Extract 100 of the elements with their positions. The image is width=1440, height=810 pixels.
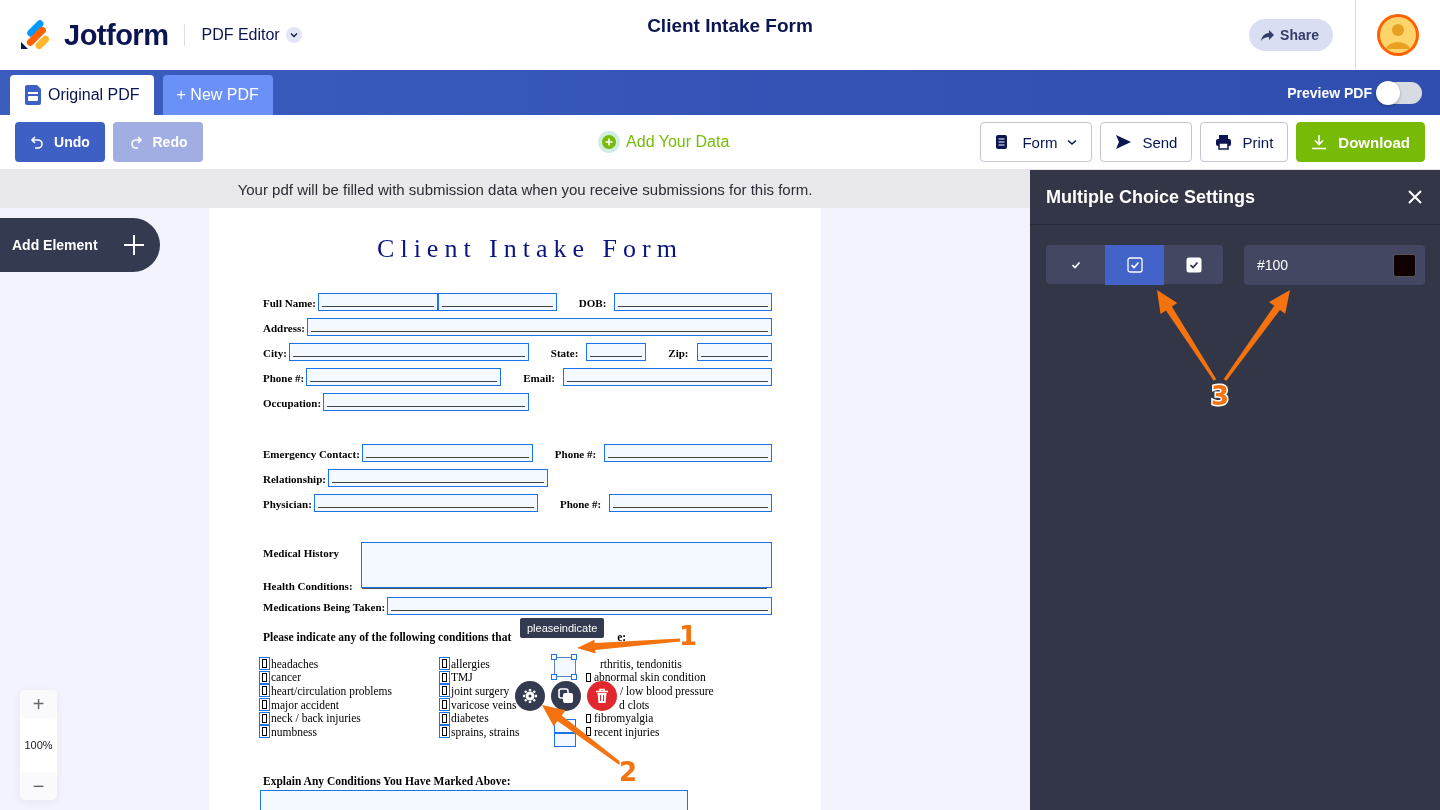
field-label: State: (550, 347, 579, 361)
color-swatch[interactable] (1393, 253, 1416, 277)
chevron-icon (288, 30, 299, 40)
text-field[interactable] (604, 444, 772, 462)
option-label: rthritis, tendonitis (600, 657, 682, 670)
text-field[interactable] (323, 393, 530, 411)
option-label: recent injuries (594, 725, 660, 738)
download-icon (1311, 134, 1329, 150)
delete-button[interactable] (587, 681, 617, 711)
printer-icon (1215, 134, 1233, 150)
text-area-field[interactable] (361, 542, 772, 588)
field-label: Relationship: (263, 473, 326, 487)
text-field[interactable] (609, 494, 772, 512)
section-heading: Please indicate any of the following conditions that (263, 631, 512, 643)
tooltip: pleaseindicate (520, 618, 605, 638)
brand-name: Jotform (64, 18, 169, 52)
chevron-icon (1067, 138, 1078, 146)
field-label: DOB: (578, 297, 607, 311)
text-field[interactable] (307, 318, 772, 336)
option-label: fibromyalgia (594, 712, 654, 725)
option-label: / low blood pressure (620, 685, 714, 697)
pdf-file-icon (24, 84, 42, 106)
text-field[interactable] (614, 293, 772, 311)
plus-circle-icon (598, 131, 621, 153)
zoom-in-button[interactable]: + (20, 690, 57, 718)
field-label: Phone #: (554, 448, 597, 462)
annotation-number: 3 (1210, 381, 1230, 411)
text-field[interactable] (361, 444, 533, 462)
share-button[interactable]: Share (1249, 19, 1333, 51)
color-field[interactable]: #100 (1244, 245, 1425, 285)
field-label: Emergency Contact: (263, 448, 360, 462)
option-label: cancer (271, 671, 301, 684)
field-label: Address: (263, 322, 305, 336)
option-label: sprains, strains (451, 725, 520, 738)
field-label: Email: (523, 372, 556, 386)
tab[interactable]: Original PDF (10, 75, 154, 115)
close-icon (1408, 190, 1422, 204)
field-label: Phone #: (263, 372, 305, 386)
text-field[interactable] (288, 343, 529, 361)
field-label: Medical History (263, 547, 341, 559)
print-button[interactable]: Print (1200, 122, 1289, 162)
field-label: Occupation: (263, 397, 322, 411)
add-element-button[interactable]: Add Element (0, 218, 160, 272)
duplicate-button[interactable] (551, 681, 581, 711)
section-heading: Explain Any Conditions You Have Marked Above: (263, 775, 512, 787)
undo-icon (30, 134, 45, 150)
checkbox-field[interactable] (554, 733, 576, 747)
option-label: TMJ (451, 671, 473, 684)
check-style-option[interactable] (1105, 245, 1164, 285)
panel-title: Multiple Choice Settings (1046, 186, 1255, 208)
text-field[interactable] (327, 469, 548, 487)
option-label: allergies (451, 657, 490, 670)
field-label: Physician: (263, 498, 312, 512)
checkbox-field[interactable] (554, 657, 576, 677)
settings-icon (522, 688, 538, 704)
option-label: neck / back injuries (271, 712, 361, 725)
text-field[interactable] (387, 597, 772, 615)
zoom-level: 100% (23, 738, 54, 753)
send-icon (1115, 134, 1133, 150)
text-field[interactable] (317, 293, 438, 311)
product-menu[interactable]: PDF Editor (201, 26, 302, 44)
redo-icon (128, 134, 143, 150)
option-label: numbness (271, 725, 317, 738)
avatar-icon[interactable] (1376, 13, 1420, 57)
duplicate-icon (558, 688, 574, 704)
text-field[interactable] (437, 293, 557, 311)
settings-button[interactable] (515, 681, 545, 711)
field-label: Zip: (668, 347, 689, 361)
field-label: Full Name: (263, 297, 316, 311)
logo-icon (20, 20, 50, 50)
zoom-out-button[interactable]: − (20, 772, 57, 800)
form-button[interactable]: Form (980, 122, 1093, 162)
field-label: Health Conditions: (263, 580, 354, 592)
plus-icon (124, 235, 144, 255)
option-label: heart/circulation problems (271, 685, 393, 697)
section-heading: e: (617, 631, 627, 643)
preview-label: Preview PDF (1287, 84, 1372, 101)
text-field[interactable] (563, 368, 772, 386)
close-button[interactable] (1408, 190, 1422, 204)
checkbox-icon (1185, 256, 1202, 273)
field-label: Phone #: (559, 498, 602, 512)
option-label: abnormal skin condition (594, 671, 706, 684)
text-field[interactable] (306, 368, 502, 386)
option-label: headaches (271, 657, 319, 670)
field-label: City: (263, 347, 287, 361)
undo-button[interactable]: Undo (15, 122, 105, 162)
preview-toggle[interactable] (1378, 81, 1422, 104)
option-label: major accident (271, 698, 339, 711)
text-field[interactable] (313, 494, 538, 512)
text-field[interactable] (696, 343, 772, 361)
checkbox-icon (1126, 257, 1143, 273)
text-field[interactable] (586, 343, 647, 361)
option-label: varicose veins (451, 698, 517, 711)
delete-icon (594, 688, 610, 704)
document-title: Client Intake Form (376, 234, 684, 264)
option-label: joint surgery (451, 685, 510, 697)
option-label: diabetes (451, 712, 489, 725)
notice-text: Your pdf will be filled with submission data when you receive submissions for this form. (236, 180, 813, 198)
send-button[interactable]: Send (1100, 122, 1193, 162)
field-label: Medications Being Taken: (263, 601, 386, 615)
